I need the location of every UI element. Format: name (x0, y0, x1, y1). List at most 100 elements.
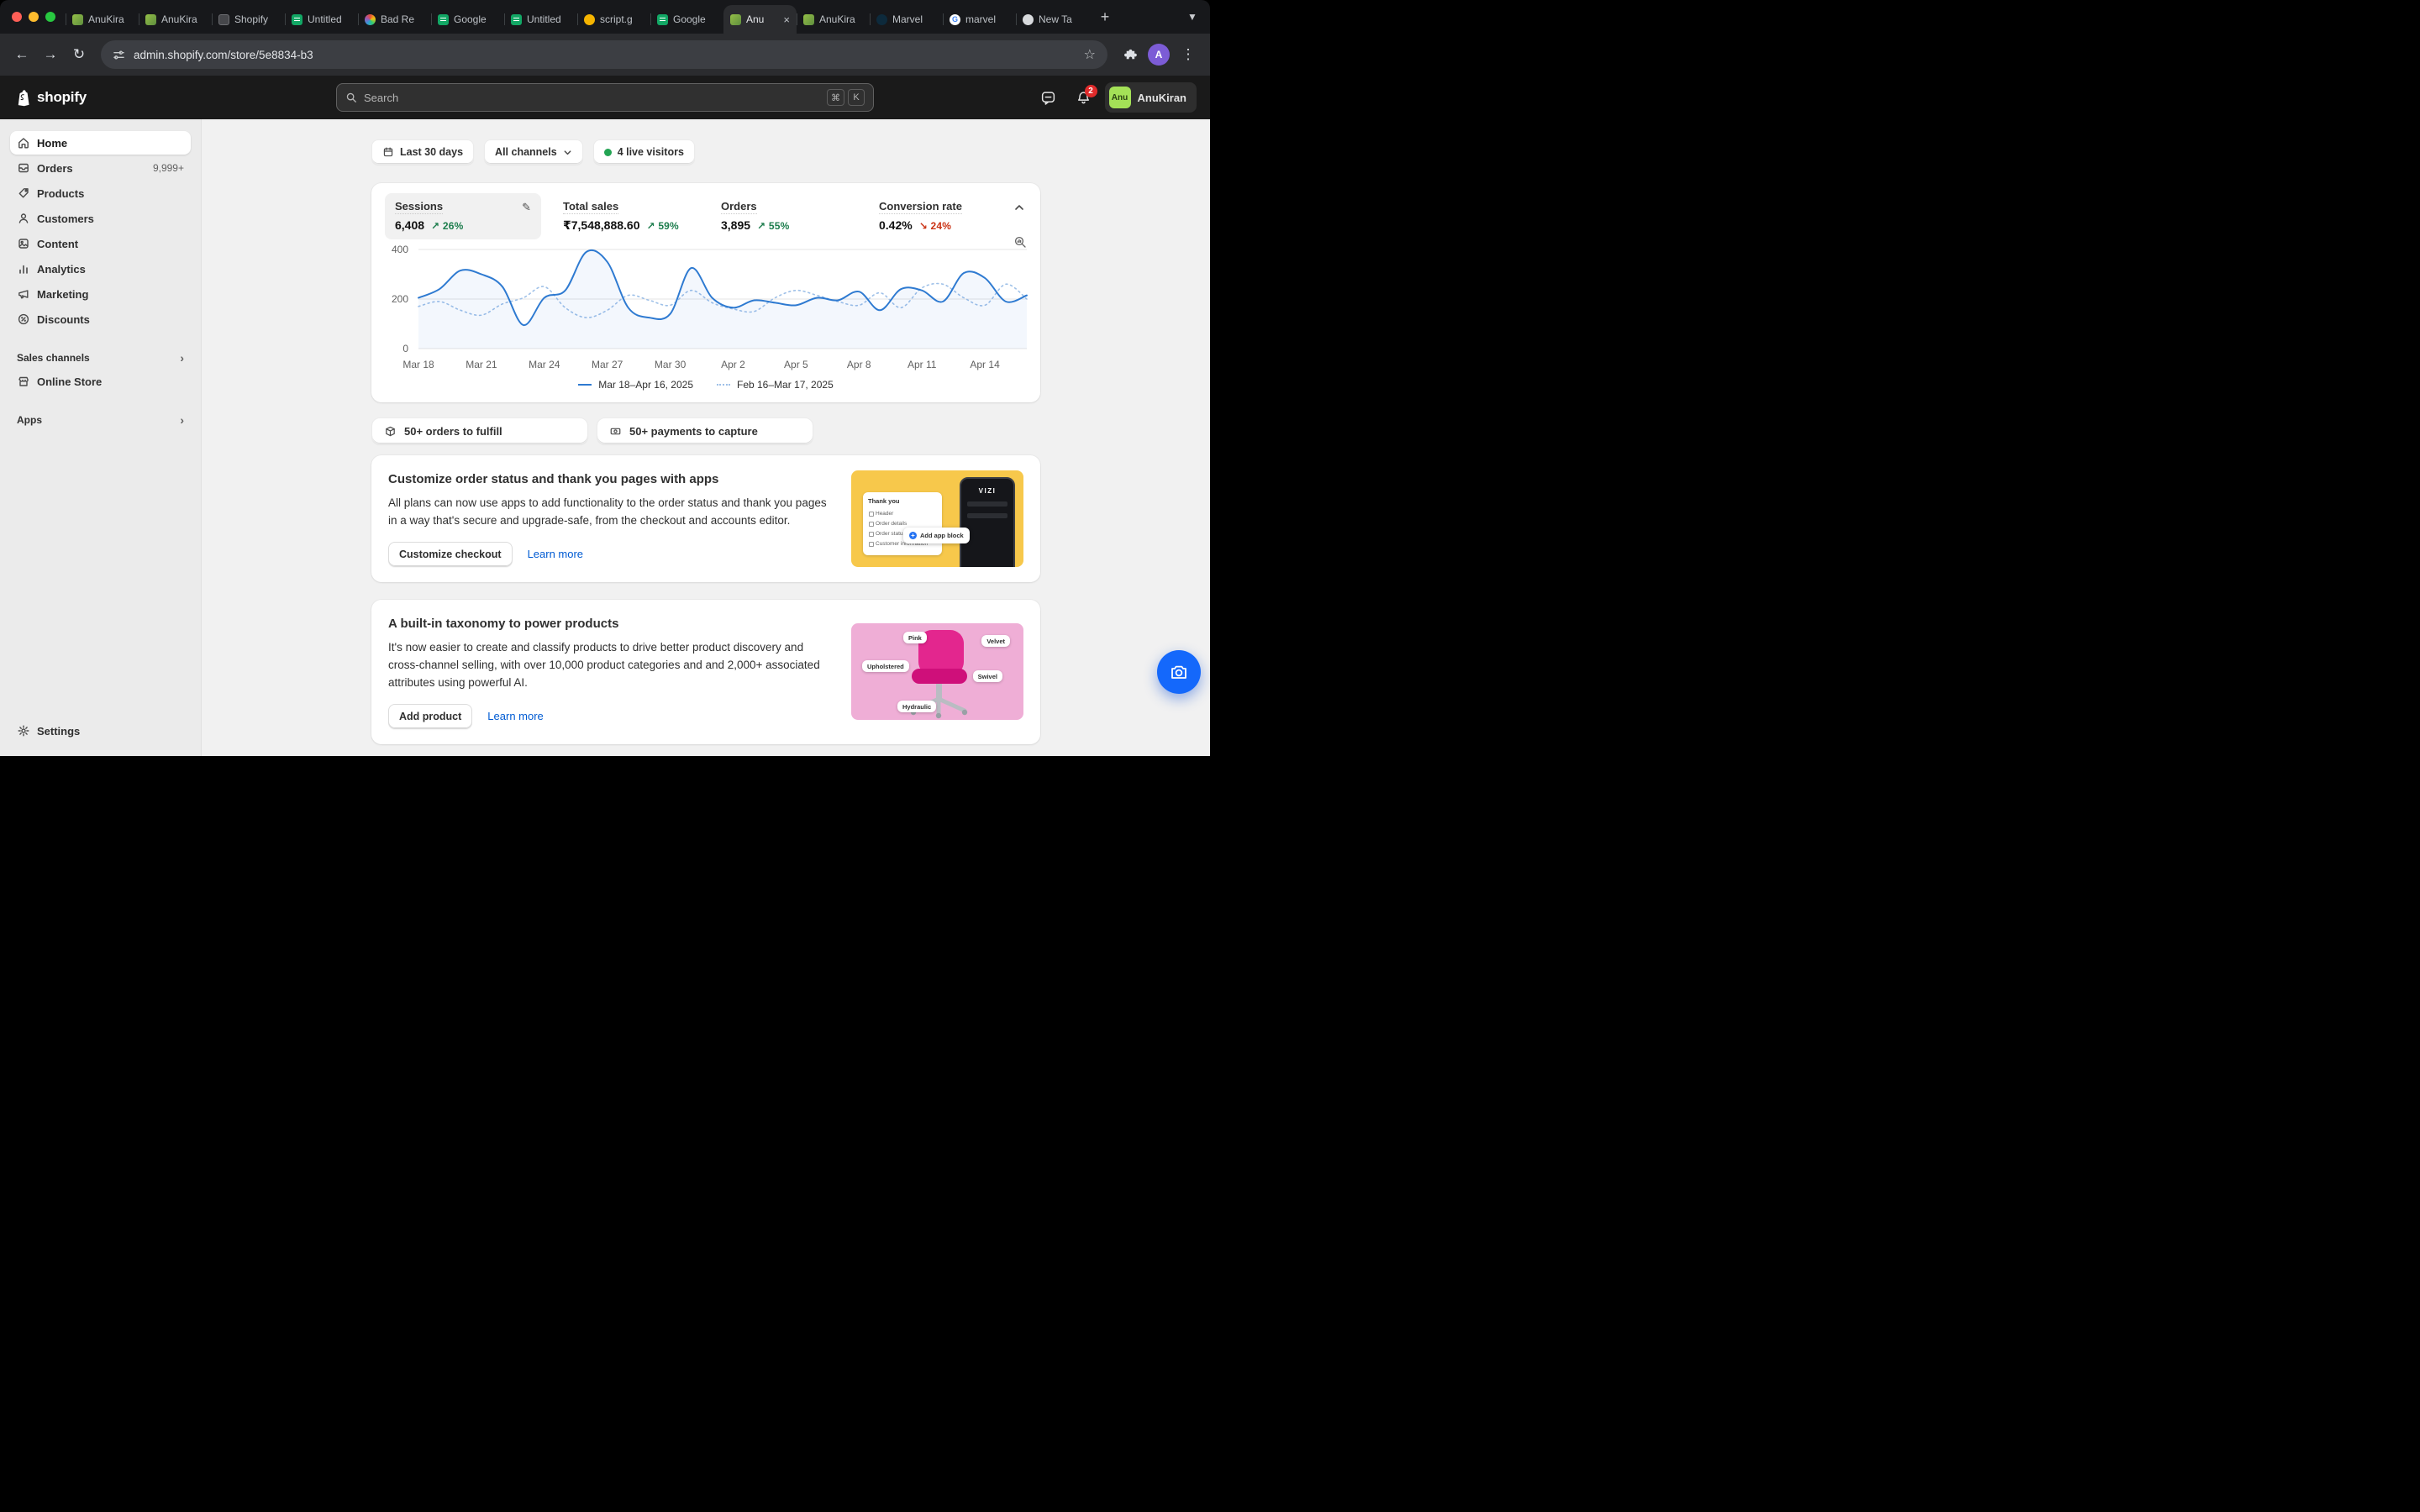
tab-favicon (950, 14, 960, 25)
window-close-button[interactable] (12, 12, 22, 22)
channel-filter-button[interactable]: All channels (484, 139, 583, 165)
sidebar-section-sales-channels[interactable]: Sales channels › (10, 346, 191, 370)
browser-profile-avatar[interactable]: A (1148, 44, 1170, 66)
tab-list: AnuKira × AnuKira × Shopify × Un (66, 0, 1089, 34)
user-menu[interactable]: Anu AnuKiran (1105, 82, 1197, 113)
tab-title: AnuKira (819, 13, 863, 25)
phone-content-row (967, 501, 1007, 507)
browser-tab[interactable]: Marvel × (870, 5, 943, 34)
sidebar-item-discounts[interactable]: Discounts (10, 307, 191, 331)
customize-checkout-button[interactable]: Customize checkout (388, 542, 513, 567)
customers-icon (17, 212, 30, 225)
legend-item: Feb 16–Mar 17, 2025 (717, 379, 834, 391)
metric-total-sales[interactable]: Total sales ₹7,548,888.60 ↗ 59% (553, 193, 711, 239)
browser-tab[interactable]: New Ta × (1016, 5, 1089, 34)
promo-body: All plans can now use apps to add functi… (388, 495, 831, 530)
extensions-puzzle-icon[interactable] (1116, 41, 1143, 68)
bookmark-star-icon[interactable]: ☆ (1084, 46, 1096, 63)
shopify-logo[interactable]: shopify (13, 87, 87, 108)
tab-title: Untitled (527, 13, 571, 25)
section-label: Apps (17, 414, 42, 426)
attribute-tag: Swivel (973, 670, 1002, 682)
tab-search-chevron-icon[interactable]: ▼ (1181, 6, 1203, 28)
quick-actions-row: 50+ orders to fulfill 50+ payments to ca… (371, 417, 1040, 444)
tab-favicon (218, 14, 229, 25)
chevron-right-icon[interactable]: › (180, 414, 184, 426)
back-button[interactable]: ← (8, 41, 35, 68)
site-info-icon[interactable] (113, 49, 125, 61)
learn-more-link[interactable]: Learn more (487, 710, 543, 722)
tab-close-icon[interactable]: × (783, 14, 790, 25)
metric-label: Conversion rate (879, 200, 962, 214)
notifications-bell-icon[interactable]: 2 (1070, 83, 1098, 112)
shopify-bag-icon (13, 87, 32, 108)
plus-icon: + (909, 532, 917, 539)
admin-search-input[interactable]: Search ⌘ K (336, 83, 874, 112)
sidebar-section-apps[interactable]: Apps › (10, 408, 191, 432)
sidebar-item-home[interactable]: Home (10, 131, 191, 155)
taxonomy-promo-card: A built-in taxonomy to power products It… (371, 600, 1040, 744)
browser-tab[interactable]: marvel × (943, 5, 1016, 34)
screenshot-camera-fab[interactable] (1157, 650, 1201, 694)
browser-tab[interactable]: AnuKira × (797, 5, 870, 34)
orders-icon (17, 161, 30, 175)
sidebar-item-products[interactable]: Products (10, 181, 191, 205)
inspect-chart-icon[interactable] (1013, 235, 1027, 251)
url-text[interactable]: admin.shopify.com/store/5e8834-b3 (134, 49, 1076, 61)
browser-tab[interactable]: script.g × (577, 5, 650, 34)
window-zoom-button[interactable] (45, 12, 55, 22)
address-bar[interactable]: admin.shopify.com/store/5e8834-b3 ☆ (101, 40, 1107, 69)
forward-button[interactable]: → (37, 41, 64, 68)
dashboard-filter-row: Last 30 days All channels 4 live visitor… (371, 139, 1040, 165)
add-product-button[interactable]: Add product (388, 704, 472, 729)
browser-tab[interactable]: Untitled × (285, 5, 358, 34)
browser-tab[interactable]: Bad Re × (358, 5, 431, 34)
browser-tab[interactable]: Shopify × (212, 5, 285, 34)
chevron-right-icon[interactable]: › (180, 352, 184, 364)
tab-title: AnuKira (88, 13, 132, 25)
tab-favicon (438, 14, 449, 25)
browser-tab[interactable]: AnuKira × (66, 5, 139, 34)
browser-menu-icon[interactable]: ⋮ (1175, 41, 1202, 68)
box-icon (384, 425, 397, 438)
inbox-icon[interactable] (1034, 83, 1063, 112)
sidebar-item-content[interactable]: Content (10, 232, 191, 255)
learn-more-link[interactable]: Learn more (528, 548, 583, 560)
metric-sessions[interactable]: Sessions ✎ 6,408 ↗ 26% (385, 193, 541, 239)
live-indicator-dot (604, 149, 612, 156)
date-range-button[interactable]: Last 30 days (371, 139, 474, 165)
metric-conversion-rate[interactable]: Conversion rate 0.42% ↘ 24% (869, 193, 1027, 239)
orders-count-badge: 9,999+ (153, 162, 184, 174)
browser-tab[interactable]: Anu × (723, 5, 797, 34)
sidebar-item-online-store[interactable]: Online Store (10, 370, 191, 393)
metric-orders[interactable]: Orders 3,895 ↗ 55% (711, 193, 869, 239)
orders-to-fulfill-button[interactable]: 50+ orders to fulfill (371, 417, 588, 444)
sidebar-item-analytics[interactable]: Analytics (10, 257, 191, 281)
attribute-tag: Pink (903, 632, 927, 643)
browser-tab[interactable]: Google × (650, 5, 723, 34)
sidebar-item-orders[interactable]: Orders 9,999+ (10, 156, 191, 180)
sidebar-item-customers[interactable]: Customers (10, 207, 191, 230)
marketing-megaphone-icon (17, 287, 30, 301)
sidebar-item-label: Discounts (37, 313, 90, 326)
promo-title: A built-in taxonomy to power products (388, 617, 831, 631)
window-minimize-button[interactable] (29, 12, 39, 22)
edit-metric-pencil-icon[interactable]: ✎ (522, 202, 531, 213)
search-placeholder: Search (364, 92, 398, 104)
payments-to-capture-button[interactable]: 50+ payments to capture (597, 417, 813, 444)
sidebar-item-marketing[interactable]: Marketing (10, 282, 191, 306)
k-key: K (848, 89, 865, 106)
live-visitors-button[interactable]: 4 live visitors (593, 139, 695, 165)
browser-tab[interactable]: Untitled × (504, 5, 577, 34)
browser-tab[interactable]: Google × (431, 5, 504, 34)
reload-button[interactable]: ↻ (66, 41, 92, 68)
sidebar-item-settings[interactable]: Settings (10, 719, 191, 743)
collapse-chevron-up-icon[interactable] (1013, 202, 1025, 216)
browser-tab[interactable]: AnuKira × (139, 5, 212, 34)
user-avatar: Anu (1109, 87, 1131, 108)
checkout-apps-promo-card: Customize order status and thank you pag… (371, 455, 1040, 582)
promo-body: It's now easier to create and classify p… (388, 639, 831, 692)
new-tab-button[interactable]: + (1094, 6, 1116, 28)
tab-favicon (584, 14, 595, 25)
chart-x-axis-labels: Mar 18Mar 21Mar 24Mar 27Mar 30Apr 2Apr 5… (418, 354, 1027, 375)
